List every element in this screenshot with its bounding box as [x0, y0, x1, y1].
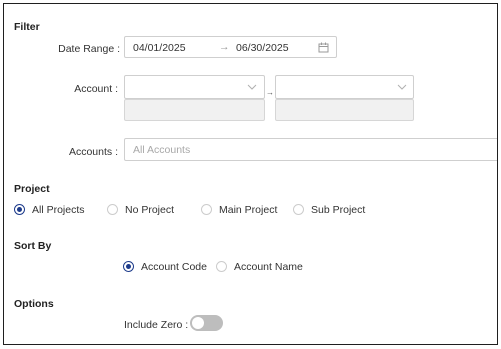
- account-from-name: [124, 99, 265, 121]
- sort-by-section-title: Sort By: [14, 240, 52, 252]
- radio-unselected-icon[interactable]: [216, 261, 227, 272]
- radio-unselected-icon[interactable]: [201, 204, 212, 215]
- radio-label[interactable]: Main Project: [219, 204, 277, 216]
- filter-section-title: Filter: [14, 21, 40, 33]
- account-to-name: [275, 99, 414, 121]
- accounts-label: Accounts :: [68, 146, 118, 158]
- radio-no-project[interactable]: No Project: [107, 202, 187, 218]
- radio-label[interactable]: Account Code: [141, 261, 207, 273]
- report-filter-panel: Filter Date Range : 04/01/2025 → 06/30/2…: [3, 3, 498, 345]
- account-from-select[interactable]: [124, 75, 265, 99]
- date-range-label: Date Range :: [58, 43, 120, 55]
- date-range-start[interactable]: 04/01/2025: [133, 42, 186, 54]
- account-to-select[interactable]: [275, 75, 414, 99]
- chevron-down-icon[interactable]: [397, 84, 407, 91]
- toggle-knob[interactable]: [192, 317, 204, 329]
- date-range-arrow-icon: →: [219, 41, 230, 53]
- radio-unselected-icon[interactable]: [293, 204, 304, 215]
- account-range-arrow-icon: →: [266, 88, 274, 97]
- radio-sub-project[interactable]: Sub Project: [293, 202, 373, 218]
- accounts-input[interactable]: All Accounts: [124, 138, 497, 161]
- options-section-title: Options: [14, 298, 54, 310]
- date-range-picker[interactable]: 04/01/2025 → 06/30/2025: [124, 36, 337, 58]
- radio-account-name[interactable]: Account Name: [216, 259, 311, 275]
- radio-label[interactable]: Sub Project: [311, 204, 365, 216]
- radio-label[interactable]: Account Name: [234, 261, 303, 273]
- calendar-icon[interactable]: [318, 42, 329, 53]
- include-zero-toggle[interactable]: [190, 315, 223, 331]
- radio-selected-icon[interactable]: [123, 261, 134, 272]
- radio-selected-icon[interactable]: [14, 204, 25, 215]
- radio-label[interactable]: No Project: [125, 204, 174, 216]
- accounts-placeholder: All Accounts: [133, 144, 191, 156]
- chevron-down-icon[interactable]: [247, 84, 257, 91]
- radio-main-project[interactable]: Main Project: [201, 202, 286, 218]
- date-range-end[interactable]: 06/30/2025: [236, 42, 289, 54]
- radio-account-code[interactable]: Account Code: [123, 259, 213, 275]
- radio-unselected-icon[interactable]: [107, 204, 118, 215]
- radio-all-projects[interactable]: All Projects: [14, 202, 94, 218]
- include-zero-label: Include Zero :: [124, 319, 189, 331]
- account-label: Account :: [74, 83, 118, 95]
- radio-label[interactable]: All Projects: [32, 204, 85, 216]
- project-section-title: Project: [14, 183, 50, 195]
